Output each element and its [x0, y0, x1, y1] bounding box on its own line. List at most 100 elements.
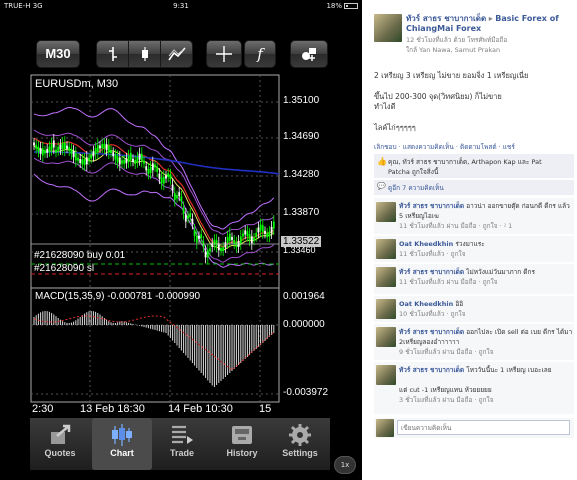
candle-body — [127, 155, 130, 162]
clock: 9:31 — [173, 2, 189, 10]
upper-band-line — [33, 106, 275, 230]
candle-body — [226, 236, 229, 243]
tab-settings[interactable]: Settings — [270, 418, 330, 470]
objects-icon — [302, 48, 316, 61]
candle-body — [255, 232, 258, 237]
candle-body — [72, 151, 75, 158]
candle-body — [147, 168, 150, 174]
comment-meta: 11 ชั่วโมงที่แล้ว · ถูกใจ — [399, 250, 466, 258]
tab-quotes[interactable]: Quotes — [30, 418, 90, 470]
price-chart[interactable]: EURUSDm, M30 #21628090 buy 0.01 #2162809… — [30, 74, 330, 416]
bar-chart-button[interactable] — [96, 40, 129, 68]
tab-history[interactable]: History — [212, 418, 272, 470]
candle-body — [101, 144, 104, 149]
crosshair-icon — [216, 46, 232, 62]
candle-body — [77, 157, 79, 161]
like-icon: 👍 — [377, 157, 387, 166]
commenter-name[interactable]: ทัวร์ สาธร ชาบากาเด็ด — [399, 202, 464, 210]
comment: ทัวร์ สาธร ชาบากาเด็ด โหววันนี้นะ 1 เหรี… — [374, 362, 574, 414]
commenter-name[interactable]: ทัวร์ สาธร ชาบากาเด็ด — [399, 366, 464, 374]
candle-body — [176, 195, 178, 199]
view-more-comments[interactable]: 💬 ดูอีก 7 ความคิดเห็น — [374, 180, 574, 195]
facebook-post-panel: ทัวร์ สาธร ชาบากาเด็ด ▸ Basic Forex of C… — [362, 0, 577, 480]
post-body-line: ไลค์ไก่ๆๆๆๆๆ — [374, 123, 416, 132]
commenter-avatar[interactable] — [376, 365, 396, 385]
candle-body — [35, 144, 38, 149]
commenter-avatar[interactable] — [376, 202, 396, 222]
candle-chart-button[interactable] — [128, 40, 161, 68]
candle-body — [143, 160, 145, 164]
price-tick-label: 1.35100 — [283, 95, 320, 106]
candle-body — [79, 159, 82, 164]
post-header: ทัวร์ สาธร ชาบากาเด็ด ▸ Basic Forex of C… — [406, 14, 574, 34]
battery-icon — [344, 3, 358, 9]
comment-list: ทัวร์ สาธร ชาบากาเด็ด อาวน่า ออกขายตุ๊ด … — [362, 196, 577, 416]
candle-body — [44, 150, 46, 154]
candle-body — [171, 184, 174, 191]
commenter-name[interactable]: ทัวร์ สาธร ชาบากาเด็ด — [399, 268, 464, 276]
candle-body — [169, 174, 172, 180]
zoom-button[interactable]: 1x — [334, 456, 356, 474]
comment: Oat Kheedkhin ร่วงมาแระ 11 ชั่วโมงที่แล้… — [374, 236, 574, 262]
price-tick-label: 1.34690 — [283, 131, 320, 142]
commenter-name[interactable]: ทัวร์ สาธร ชาบากาเด็ด — [399, 328, 464, 336]
post-actions[interactable]: เลิกชอบ · แสดงความคิดเห็น · ติดตามโพสต์ … — [374, 142, 515, 152]
candle-body — [74, 153, 77, 161]
post-location[interactable]: ใกล้ Yan Nawa, Samut Prakan — [406, 45, 500, 55]
candle-body — [114, 154, 117, 160]
indicators-button[interactable]: f — [244, 40, 276, 68]
author-name[interactable]: ทัวร์ สาธร ชาบากาเด็ด — [406, 14, 486, 23]
status-bar: TRUE-H 3G 9:31 18% — [0, 0, 362, 12]
current-price-tag: 1.33522 — [281, 236, 322, 247]
arrow-icon: ▸ — [488, 14, 493, 23]
candle-body — [121, 160, 123, 164]
commenter-avatar[interactable] — [376, 239, 396, 259]
candle-body — [116, 156, 119, 163]
crosshair-button[interactable] — [206, 40, 242, 68]
commenter-name[interactable]: Oat Kheedkhin — [399, 300, 453, 308]
commenter-avatar[interactable] — [376, 299, 396, 319]
line-chart-icon — [167, 47, 186, 61]
commenter-avatar[interactable] — [376, 327, 396, 347]
comment-input[interactable] — [397, 420, 570, 435]
time-tick-label: 15 — [259, 403, 272, 415]
candle-body — [165, 175, 167, 179]
candle-body — [184, 214, 187, 222]
candle-body — [48, 146, 51, 152]
candle-body — [200, 234, 203, 239]
candle-body — [145, 166, 148, 171]
candle-body — [110, 150, 112, 154]
commenter-name[interactable]: Oat Kheedkhin — [399, 240, 453, 248]
candle-body — [134, 160, 137, 165]
time-tick-label: 13 Feb 18:30 — [80, 403, 145, 415]
candle-body — [264, 230, 266, 234]
candle-body — [224, 242, 227, 248]
candle-body — [215, 240, 218, 247]
candle-body — [61, 143, 64, 150]
comment-meta: 3 ชั่วโมงที่แล้ว ผ่าน มือถือ · ถูกใจ — [399, 396, 494, 404]
candle-body — [198, 235, 200, 239]
candle-body — [52, 140, 55, 148]
candle-body — [158, 173, 161, 179]
timeframe-button[interactable]: M30 — [36, 40, 80, 68]
tab-chart[interactable]: Chart — [92, 418, 152, 470]
objects-button[interactable] — [290, 40, 328, 68]
comment: Oat Kheedkhin อิอิ 10 ชั่วโมงที่แล้ว · ถ… — [374, 296, 574, 322]
mt4-app: TRUE-H 3G 9:31 18% M30 f EURUSDm, M30 #2… — [0, 0, 362, 480]
candle-body — [154, 164, 156, 168]
candle-body — [70, 148, 73, 154]
candle-body — [46, 148, 49, 153]
chart-icon — [112, 424, 132, 446]
order-label-buy: #21628090 buy 0.01 — [34, 250, 126, 261]
line-chart-button[interactable] — [160, 40, 193, 68]
quotes-icon — [51, 424, 71, 444]
candle-body — [149, 166, 152, 173]
candlestick-icon — [141, 47, 148, 61]
tab-trade[interactable]: Trade — [152, 418, 212, 470]
comment-text: แต่ cut -1 เหรียญแทน ห้วยยยยย — [399, 386, 492, 394]
author-avatar[interactable] — [374, 14, 402, 42]
post-meta: 12 ชั่วโมงที่แล้ว ด้วย โทรศัพท์มือถือ — [406, 36, 508, 44]
commenter-avatar[interactable] — [376, 267, 396, 287]
chart-toolbar: M30 f — [0, 34, 362, 74]
candle-body — [250, 236, 253, 244]
